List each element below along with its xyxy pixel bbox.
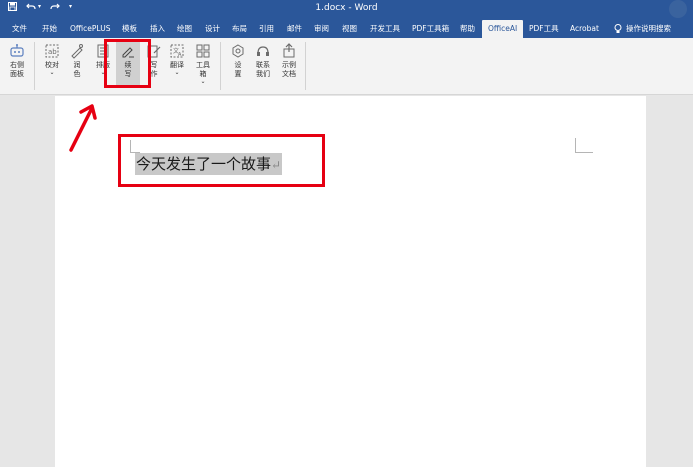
tab-pdf-toolbox[interactable]: PDF工具箱	[412, 20, 449, 38]
tab-officeai[interactable]: OfficeAI	[482, 20, 524, 38]
highlight-box-continue-writing	[104, 39, 151, 88]
tab-draw[interactable]: 绘图	[177, 20, 192, 38]
side-panel-label: 右侧 面板	[10, 61, 24, 78]
write-label: 写 作	[150, 61, 158, 78]
proofread-button[interactable]: ab 校对 ⌄	[40, 41, 64, 87]
highlight-box-document-text	[118, 134, 325, 187]
toolbox-button[interactable]: 工具 箱 ⌄	[191, 41, 215, 87]
ribbon-separator	[34, 42, 35, 90]
tell-me-label: 操作说明搜索	[626, 24, 671, 33]
tab-references[interactable]: 引用	[259, 20, 274, 38]
toolbox-icon	[196, 44, 210, 58]
tab-developer[interactable]: 开发工具	[370, 20, 400, 38]
sample-doc-icon	[283, 43, 295, 58]
lightbulb-icon	[614, 24, 622, 33]
polish-button[interactable]: 润 色	[65, 41, 89, 87]
chevron-down-icon: ⌄	[49, 69, 55, 76]
tell-me-search[interactable]: 操作说明搜索	[614, 20, 671, 38]
contact-us-button[interactable]: 联系 我们	[251, 41, 275, 87]
red-arrow-annotation	[69, 104, 97, 152]
polish-label: 润 色	[73, 61, 81, 78]
contact-us-label: 联系 我们	[256, 61, 270, 78]
tab-design[interactable]: 设计	[205, 20, 220, 38]
tab-view[interactable]: 视图	[342, 20, 357, 38]
tab-acrobat[interactable]: Acrobat	[570, 20, 599, 38]
tab-pdf-tools[interactable]: PDF工具	[529, 20, 559, 38]
margin-corner-mark	[575, 138, 576, 152]
ribbon-separator	[305, 42, 306, 90]
proofread-icon: ab	[45, 44, 59, 58]
contact-icon	[257, 46, 269, 56]
tab-officeplus[interactable]: OfficePLUS	[70, 20, 110, 38]
polish-icon	[71, 44, 83, 59]
toolbox-label: 工具 箱	[196, 61, 210, 78]
chevron-down-icon: ⌄	[174, 69, 180, 76]
settings-icon	[232, 44, 244, 58]
tab-templates[interactable]: 模板	[122, 20, 137, 38]
translate-icon: 文A	[170, 44, 184, 58]
margin-corner-mark	[575, 152, 593, 153]
sample-docs-button[interactable]: 示例 文档	[277, 41, 301, 87]
settings-label: 设 置	[234, 61, 242, 78]
tab-layout[interactable]: 布局	[232, 20, 247, 38]
tab-help[interactable]: 帮助	[460, 20, 475, 38]
svg-text:A: A	[178, 52, 182, 58]
tab-insert[interactable]: 插入	[150, 20, 165, 38]
title-bar: ▾ ▾ 1.docx - Word	[0, 0, 693, 20]
settings-button[interactable]: 设 置	[226, 41, 250, 87]
sample-docs-label: 示例 文档	[282, 61, 296, 78]
side-panel-button[interactable]: 右侧 面板	[5, 41, 29, 87]
svg-text:ab: ab	[48, 48, 57, 56]
translate-button[interactable]: 文A 翻译 ⌄	[165, 41, 189, 87]
chevron-down-icon: ⌄	[200, 78, 206, 85]
window-title: 1.docx - Word	[315, 3, 378, 13]
robot-icon	[10, 44, 24, 57]
ribbon-tabs: 文件 开始 OfficePLUS 模板 插入 绘图 设计 布局 引用 邮件 审阅…	[0, 20, 693, 38]
tab-mailings[interactable]: 邮件	[287, 20, 302, 38]
account-icon[interactable]	[669, 0, 687, 18]
ribbon-separator	[220, 42, 221, 90]
tab-home[interactable]: 开始	[42, 20, 57, 38]
tab-review[interactable]: 审阅	[314, 20, 329, 38]
tab-file[interactable]: 文件	[12, 20, 27, 38]
